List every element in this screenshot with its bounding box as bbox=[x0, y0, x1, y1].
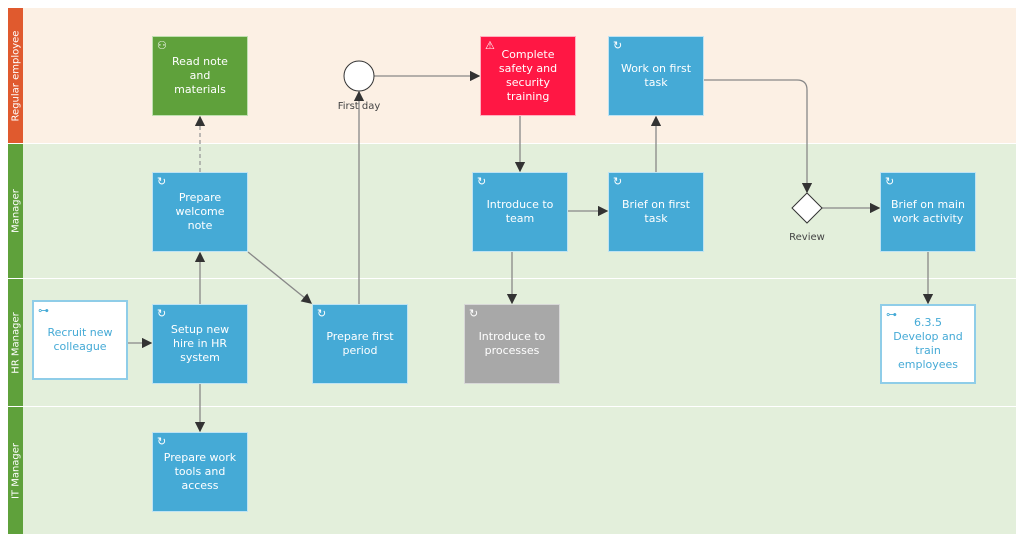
node-tools[interactable]: ↻ Prepare work tools and access bbox=[152, 432, 248, 512]
node-label: Brief on first task bbox=[622, 198, 690, 225]
node-welcome[interactable]: ↻ Prepare welcome note bbox=[152, 172, 248, 252]
gateway-label: Review bbox=[789, 232, 825, 243]
node-brief1[interactable]: ↻ Brief on first task bbox=[608, 172, 704, 252]
warning-icon: ⚠ bbox=[485, 39, 495, 52]
node-team[interactable]: ↻ Introduce to team bbox=[472, 172, 568, 252]
loop-icon: ↻ bbox=[317, 307, 327, 320]
node-label: Prepare first period bbox=[326, 330, 394, 357]
node-work[interactable]: ↻ Work on first task bbox=[608, 36, 704, 116]
node-label: Prepare welcome note bbox=[175, 191, 225, 232]
node-label: Introduce to processes bbox=[478, 330, 546, 357]
loop-icon: ↻ bbox=[469, 307, 479, 320]
process-diagram: Regular employee Manager HR Manager IT Mana… bbox=[0, 0, 1026, 544]
user-task-icon: ⚇ bbox=[157, 39, 167, 52]
loop-icon: ↻ bbox=[613, 39, 623, 52]
node-label: Recruit new colleague bbox=[47, 326, 113, 353]
node-label: Setup new hire in HR system bbox=[170, 323, 230, 364]
edge-work-gateway bbox=[704, 79, 813, 194]
subprocess-icon: ⊶ bbox=[38, 304, 49, 317]
loop-icon: ↻ bbox=[157, 435, 167, 448]
node-label: 6.3.5 Develop and train employees bbox=[893, 316, 963, 371]
node-label: Work on first task bbox=[620, 62, 692, 89]
node-setup[interactable]: ↻ Setup new hire in HR system bbox=[152, 304, 248, 384]
edge-welcome-period bbox=[247, 251, 313, 304]
start-event-label: First day bbox=[337, 101, 381, 112]
loop-icon: ↻ bbox=[885, 175, 895, 188]
node-develop[interactable]: ⊶ 6.3.5 Develop and train employees bbox=[880, 304, 976, 384]
node-label: Complete safety and security training bbox=[498, 48, 558, 103]
node-safety[interactable]: ⚠ Complete safety and security training bbox=[480, 36, 576, 116]
node-label: Prepare work tools and access bbox=[163, 451, 237, 492]
loop-icon: ↻ bbox=[157, 175, 167, 188]
node-label: Introduce to team bbox=[486, 198, 554, 225]
node-period[interactable]: ↻ Prepare first period bbox=[312, 304, 408, 384]
node-processes[interactable]: ↻ Introduce to processes bbox=[464, 304, 560, 384]
loop-icon: ↻ bbox=[613, 175, 623, 188]
node-briefmain[interactable]: ↻ Brief on main work activity bbox=[880, 172, 976, 252]
node-label: Brief on main work activity bbox=[891, 198, 965, 225]
node-label: Read note and materials bbox=[172, 55, 228, 96]
gateway[interactable] bbox=[791, 192, 823, 224]
start-event[interactable] bbox=[343, 60, 375, 92]
node-read[interactable]: ⚇ Read note and materials bbox=[152, 36, 248, 116]
loop-icon: ↻ bbox=[157, 307, 167, 320]
loop-icon: ↻ bbox=[477, 175, 487, 188]
node-recruit[interactable]: ⊶ Recruit new colleague bbox=[32, 300, 128, 380]
subprocess-icon: ⊶ bbox=[886, 308, 897, 321]
